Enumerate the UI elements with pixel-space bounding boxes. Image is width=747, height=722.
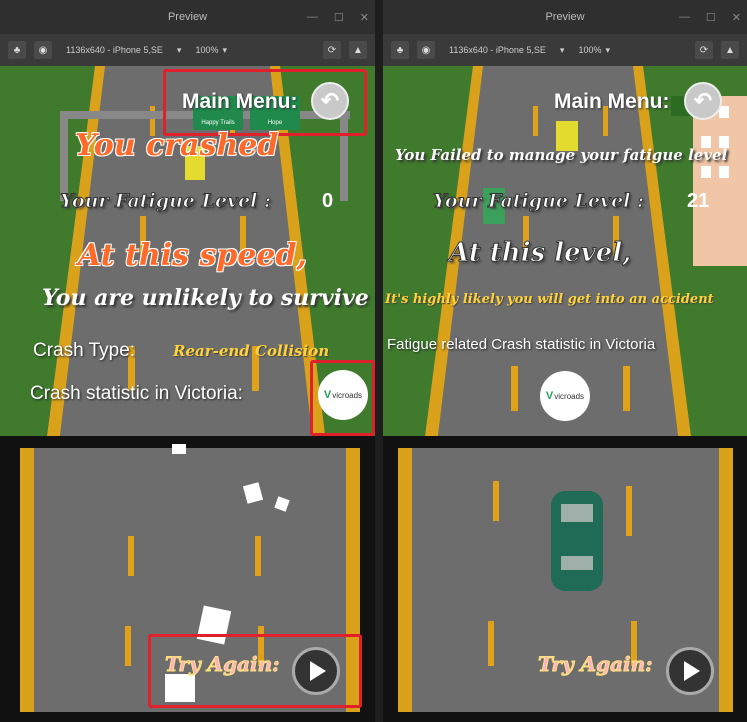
debris	[172, 444, 186, 454]
preview-window-right: Preview — ☐ ✕ ♣ ◉ 1136x640 - iPhone 5,SE…	[383, 0, 747, 722]
replay-lane	[128, 536, 134, 576]
toolbar: ♣ ◉ 1136x640 - iPhone 5,SE ▾ 100% ▾ ⟳ ▲	[0, 34, 375, 66]
fail-headline: You Failed to manage your fatigue level	[395, 146, 728, 164]
window	[701, 166, 711, 178]
replay-lane	[125, 626, 131, 666]
minimize-icon[interactable]: —	[307, 11, 318, 23]
gantry-post	[60, 111, 68, 201]
vicroads-logo[interactable]: Vvicroads	[318, 370, 368, 420]
accident-text: It's highly likely you will get into an …	[385, 292, 714, 307]
preview-window-left: Preview — ☐ ✕ ♣ ◉ 1136x640 - iPhone 5,SE…	[0, 0, 375, 722]
windshield	[561, 504, 593, 522]
replay-edge-right	[719, 448, 733, 712]
tree-icon[interactable]: ♣	[8, 41, 26, 59]
lane-mark	[533, 106, 538, 136]
fatigue-value: 0	[322, 190, 334, 212]
replay-lane	[488, 621, 494, 666]
crash-type-label: Crash Type:	[33, 340, 136, 361]
warning-icon[interactable]: ▲	[349, 41, 367, 59]
crash-type-value: Rear-end Collision	[173, 342, 330, 360]
rear-window	[561, 556, 593, 570]
title-bar: Preview — ☐ ✕	[383, 0, 747, 34]
close-icon[interactable]: ✕	[360, 11, 369, 24]
speed-label: At this speed,	[78, 238, 307, 273]
fatigue-label: Your Fatigue Level :	[59, 190, 272, 213]
window-title: Preview	[167, 11, 208, 23]
toolbar: ♣ ◉ 1136x640 - iPhone 5,SE ▾ 100% ▾ ⟳ ▲	[383, 34, 747, 66]
back-arrow-icon[interactable]: ↶	[684, 82, 722, 120]
chevron-down-icon: ▾	[222, 44, 227, 55]
game-scene: Happy Trails Hope Main Menu: ↶ You crash…	[0, 66, 375, 722]
maximize-icon[interactable]: ☐	[706, 11, 716, 24]
close-icon[interactable]: ✕	[732, 11, 741, 24]
lane-mark	[511, 366, 518, 411]
try-again-label: Try Again:	[538, 652, 654, 677]
replay-lane	[255, 536, 261, 576]
fatigue-label: Your Fatigue Level :	[432, 190, 645, 213]
replay-lane	[493, 481, 499, 521]
resolution-value: 1136x640 - iPhone 5,SE	[66, 45, 163, 55]
fatigue-value: 21	[687, 190, 710, 212]
replay-edge-left	[20, 448, 34, 712]
replay-lane	[626, 486, 632, 536]
try-again-label: Try Again:	[165, 652, 281, 677]
window-controls: — ☐ ✕	[307, 0, 369, 34]
vicroads-logo[interactable]: Vvicroads	[540, 371, 590, 421]
resolution-select[interactable]: 1136x640 - iPhone 5,SE	[60, 41, 169, 59]
maximize-icon[interactable]: ☐	[334, 11, 344, 24]
refresh-icon[interactable]: ⟳	[695, 41, 713, 59]
tree-icon[interactable]: ♣	[391, 41, 409, 59]
window	[719, 166, 729, 178]
play-icon[interactable]	[666, 647, 714, 695]
window-title: Preview	[545, 11, 585, 23]
window-controls: — ☐ ✕	[679, 0, 741, 34]
chevron-down-icon[interactable]: ▾	[177, 45, 182, 56]
building	[693, 96, 747, 266]
resolution-value: 1136x640 - iPhone 5,SE	[449, 45, 546, 55]
main-menu-label: Main Menu:	[554, 90, 670, 113]
crash-headline: You crashed	[75, 128, 279, 163]
lane-mark	[623, 366, 630, 411]
resolution-select[interactable]: 1136x640 - iPhone 5,SE	[443, 41, 552, 59]
zoom-select[interactable]: 100% ▾	[572, 41, 616, 59]
camera-icon[interactable]: ◉	[417, 41, 435, 59]
crash-stat-label: Crash statistic in Victoria:	[30, 383, 243, 404]
refresh-icon[interactable]: ⟳	[323, 41, 341, 59]
play-icon[interactable]	[292, 647, 340, 695]
title-bar: Preview — ☐ ✕	[0, 0, 375, 34]
main-menu-label: Main Menu:	[182, 90, 298, 113]
warning-icon[interactable]: ▲	[721, 41, 739, 59]
back-arrow-icon[interactable]: ↶	[311, 82, 349, 120]
game-scene: Main Menu: ↶ You Failed to manage your f…	[383, 66, 747, 722]
survive-text: You are unlikely to survive	[42, 285, 369, 311]
level-label: At this level,	[448, 238, 632, 269]
zoom-value: 100%	[578, 45, 602, 55]
camera-icon[interactable]: ◉	[34, 41, 52, 59]
chevron-down-icon[interactable]: ▾	[560, 45, 565, 56]
chevron-down-icon: ▾	[605, 44, 610, 55]
zoom-select[interactable]: 100% ▾	[189, 41, 233, 59]
replay-edge-left	[398, 448, 412, 712]
fatigue-stat-label: Fatigue related Crash statistic in Victo…	[387, 336, 656, 353]
zoom-value: 100%	[195, 45, 219, 55]
minimize-icon[interactable]: —	[679, 11, 690, 23]
